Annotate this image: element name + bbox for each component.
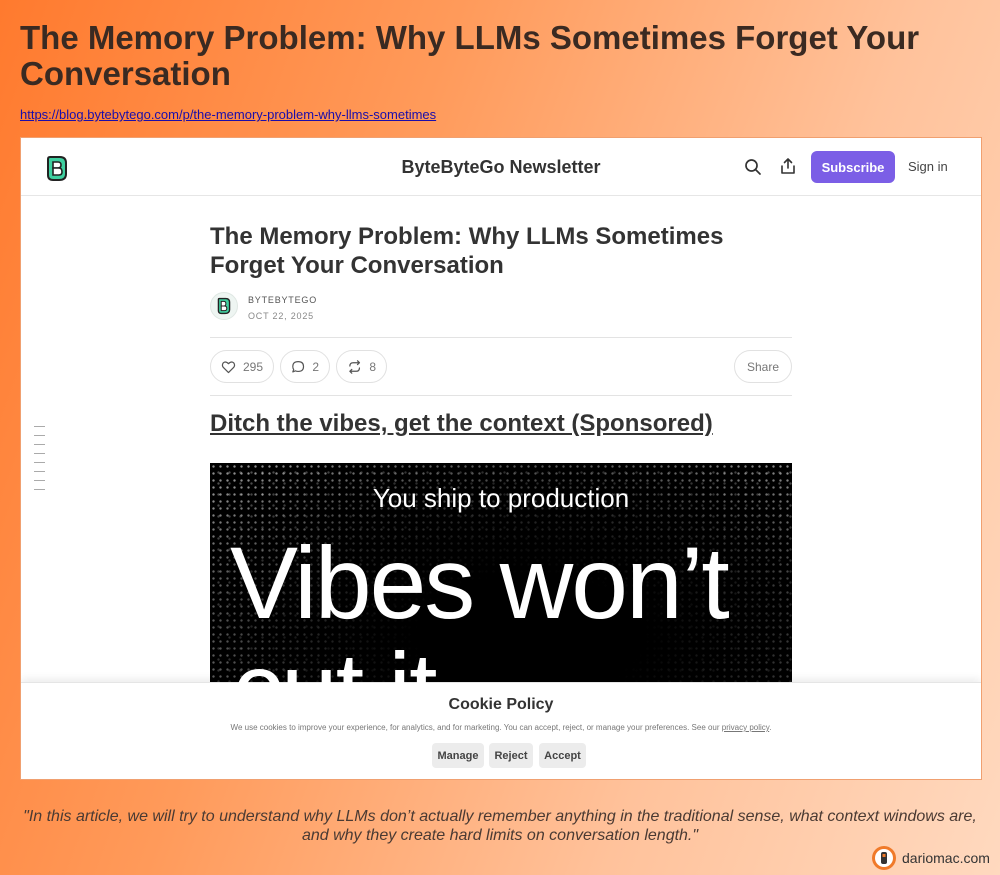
page-url-link[interactable]: https://blog.bytebytego.com/p/the-memory… [20, 107, 436, 122]
comment-icon [292, 360, 305, 373]
sign-in-link[interactable]: Sign in [908, 159, 948, 174]
restack-count: 8 [369, 359, 376, 374]
divider [210, 395, 792, 396]
page-title: The Memory Problem: Why LLMs Sometimes F… [20, 19, 920, 92]
restack-button[interactable]: 8 [336, 350, 387, 383]
top-navigation-bar: ByteByteGo Newsletter Subscribe Sign in [21, 138, 981, 196]
privacy-policy-link[interactable]: privacy policy [722, 723, 769, 732]
like-button[interactable]: 295 [210, 350, 274, 383]
search-icon[interactable] [744, 158, 762, 176]
cookie-banner: Cookie Policy We use cookies to improve … [21, 682, 981, 779]
share-icon[interactable] [779, 157, 797, 175]
reject-cookies-button[interactable]: Reject [489, 743, 533, 768]
ad-big-text: Vibes won’t [230, 526, 730, 640]
cookie-text-end: . [769, 723, 772, 732]
post-date: OCT 22, 2025 [248, 311, 314, 321]
brand-name: dariomac.com [902, 850, 990, 866]
table-of-contents-toggle[interactable] [34, 426, 45, 498]
author-name[interactable]: BYTEBYTEGO [248, 295, 317, 305]
ad-headline: You ship to production [372, 483, 630, 513]
share-button[interactable]: Share [734, 350, 792, 383]
cookie-text: We use cookies to improve your experienc… [21, 723, 981, 732]
accept-cookies-button[interactable]: Accept [539, 743, 586, 768]
screenshot-frame: ByteByteGo Newsletter Subscribe Sign in … [20, 137, 982, 780]
heart-icon [221, 360, 236, 373]
manage-cookies-button[interactable]: Manage [432, 743, 484, 768]
brand-signature: dariomac.com [872, 846, 990, 870]
article-title: The Memory Problem: Why LLMs Sometimes F… [210, 223, 724, 279]
ad-big-text-continued: cut it [232, 632, 437, 693]
comments-button[interactable]: 2 [280, 350, 330, 383]
cookie-description: We use cookies to improve your experienc… [230, 723, 720, 732]
author-avatar[interactable] [210, 292, 238, 320]
restack-icon [349, 359, 361, 374]
cookie-title: Cookie Policy [448, 696, 554, 713]
sponsored-ad-image[interactable]: You ship to production Vibes won’t cut i… [210, 463, 792, 693]
divider [210, 337, 792, 338]
dariomac-logo-icon [872, 846, 896, 870]
sponsored-heading-link[interactable]: Ditch the vibes, get the context (Sponso… [210, 410, 713, 438]
share-label: Share [746, 359, 780, 374]
subscribe-button[interactable]: Subscribe [811, 151, 895, 183]
like-count: 295 [242, 359, 263, 374]
article-quote: "In this article, we will try to underst… [23, 808, 977, 844]
comment-count: 2 [312, 359, 319, 374]
